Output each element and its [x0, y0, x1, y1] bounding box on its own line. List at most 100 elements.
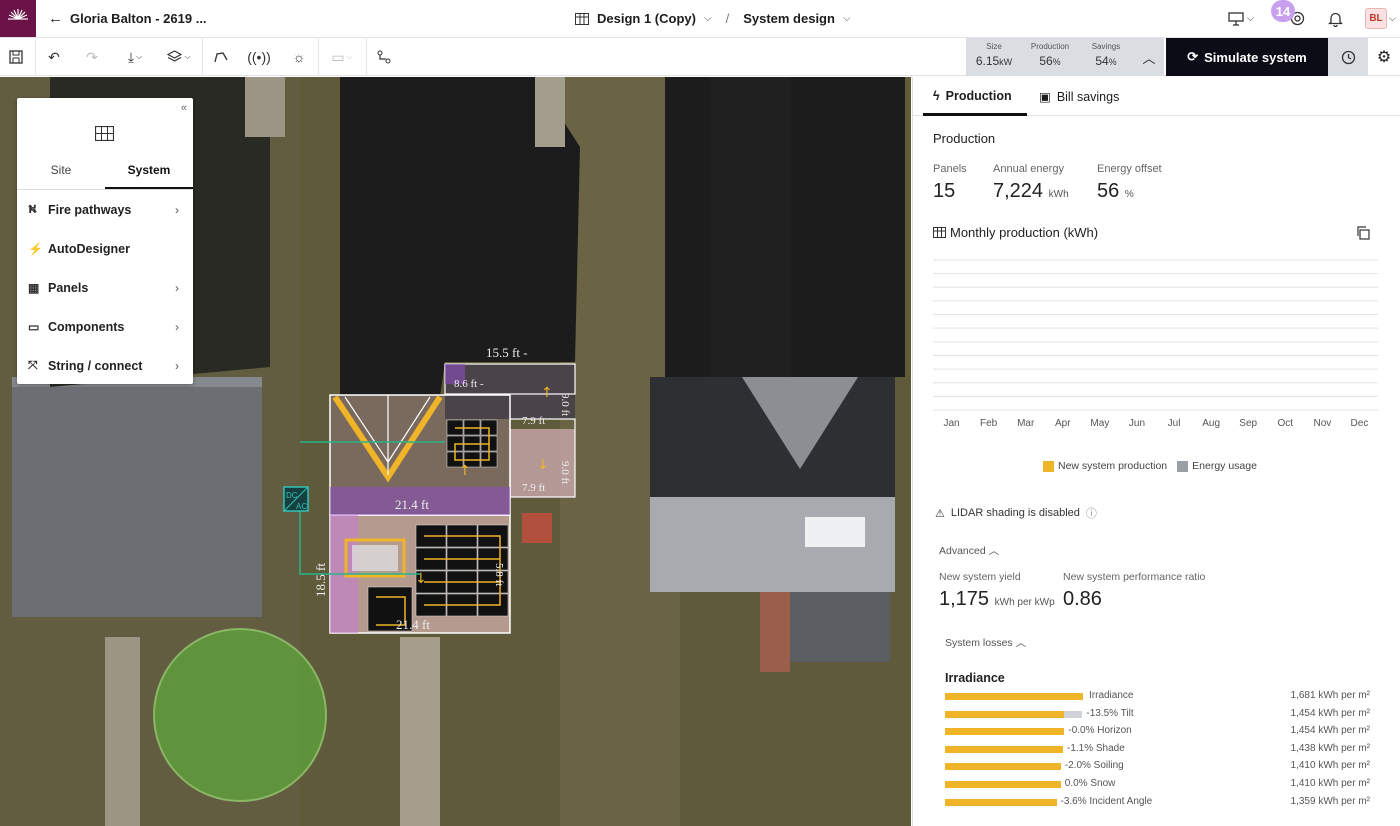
tab-bill-savings[interactable]: ▣ Bill savings: [1039, 89, 1119, 105]
gear-icon: ⚙: [1376, 49, 1392, 66]
panels-label: Panels: [933, 163, 967, 175]
app-logo[interactable]: [0, 0, 36, 37]
tab-system[interactable]: System: [105, 160, 193, 189]
menu-item-autodesigner[interactable]: ⚡ AutoDesigner: [17, 229, 193, 268]
x-tick-label: Jun: [1129, 418, 1145, 429]
azimuth-arrow-icon: ↓: [537, 457, 549, 473]
design-name[interactable]: Design 1 (Copy): [597, 11, 696, 26]
energy-offset-label: Energy offset: [1097, 163, 1162, 175]
dimension-label: 9.0 ft: [559, 393, 571, 416]
menu-item-panels[interactable]: ▦ Panels ›: [17, 268, 193, 307]
refresh-icon: ⟳: [1187, 49, 1199, 64]
settings-button[interactable]: ⚙: [1368, 38, 1400, 76]
info-icon[interactable]: ⓘ: [1086, 505, 1097, 521]
loss-value: 1,438 kWh per m²: [1290, 742, 1370, 754]
loss-label: -3.6% Incident Angle: [1060, 795, 1153, 807]
presentation-menu[interactable]: ⌵: [1228, 0, 1254, 37]
performance-ratio-label: New system performance ratio: [1063, 571, 1206, 583]
stat-size: Size 6.15kW: [975, 42, 1013, 68]
x-tick-label: Dec: [1351, 418, 1369, 429]
lightning-icon: ϟ: [933, 89, 940, 103]
x-tick-label: Mar: [1017, 418, 1035, 429]
breadcrumb: Design 1 (Copy) ⌵ / System design ⌵: [575, 11, 851, 26]
chevron-down-icon[interactable]: ⌵: [1389, 13, 1396, 24]
history-button[interactable]: [1328, 38, 1368, 76]
tab-site[interactable]: Site: [17, 160, 105, 189]
loss-bar: [945, 798, 1057, 806]
panels-value: 15: [933, 180, 956, 202]
connect-icon[interactable]: [374, 46, 394, 68]
monitor-icon[interactable]: ▭ ⌵: [327, 46, 357, 68]
layers-icon[interactable]: ⌵: [164, 46, 194, 68]
loss-bar: [945, 693, 1083, 700]
menu-item-fire-pathways[interactable]: ⛕ Fire pathways ›: [17, 190, 193, 229]
sunburst-logo-icon: [8, 8, 28, 20]
menu-item-string-connect[interactable]: ⤧ String / connect ›: [17, 346, 193, 385]
chevron-down-icon[interactable]: ⌵: [704, 13, 712, 24]
chevron-up-icon[interactable]: ︿: [1134, 38, 1164, 76]
loss-row: -2.0% Soiling 1,410 kWh per m²: [945, 760, 1370, 774]
notification-count-badge: 14: [1271, 0, 1295, 22]
loss-value: 1,681 kWh per m²: [1290, 690, 1370, 701]
project-title[interactable]: Gloria Balton - 2619 ...: [70, 11, 207, 26]
system-yield-label: New system yield: [939, 571, 1021, 583]
loss-label: -2.0% Soiling: [1064, 760, 1124, 772]
table-icon: [933, 227, 946, 238]
copy-icon[interactable]: [1356, 226, 1370, 240]
notifications-button[interactable]: [1328, 0, 1343, 37]
loss-bar: [945, 763, 1061, 771]
x-tick-label: Sep: [1239, 418, 1257, 429]
chevron-down-icon[interactable]: ⌵: [843, 13, 851, 24]
loss-row: -13.5% Tilt 1,454 kWh per m²: [945, 708, 1370, 722]
dimension-label: 21.4 ft: [396, 617, 430, 632]
chevron-right-icon: ›: [175, 280, 179, 295]
loss-label: -13.5% Tilt: [1086, 707, 1134, 719]
system-stats[interactable]: Size 6.15kW Production 56% Savings 54% ︿: [966, 38, 1164, 76]
menu-item-components[interactable]: ▭ Components ›: [17, 307, 193, 346]
tab-production[interactable]: ϟ Production: [933, 89, 1012, 103]
warning-icon: ⚠: [935, 507, 945, 520]
advanced-toggle[interactable]: Advanced ︿: [939, 543, 999, 558]
save-icon[interactable]: [6, 46, 26, 68]
azimuth-arrow-icon: ↑: [541, 385, 553, 401]
azimuth-arrow-icon: ↑: [459, 463, 471, 479]
loss-value: 1,410 kWh per m²: [1290, 760, 1370, 772]
loss-label: -0.0% Horizon: [1068, 725, 1132, 737]
signal-icon[interactable]: ((•)): [247, 46, 271, 68]
simulate-system-button[interactable]: ⟳ Simulate system: [1166, 38, 1328, 76]
back-arrow-icon[interactable]: ←: [48, 10, 63, 27]
dimension-label: 8.6 ft -: [454, 378, 484, 390]
results-panel: ϟ Production ▣ Bill savings Production P…: [912, 77, 1400, 826]
active-tab-indicator: [923, 113, 1027, 116]
chevron-up-icon: ︿: [1015, 637, 1027, 649]
roof-draw-icon[interactable]: [211, 46, 231, 68]
design-tools-panel: « Site System ⛕ Fire pathways › ⚡ AutoDe…: [17, 98, 193, 384]
download-icon[interactable]: ⤓ ⌵: [120, 46, 150, 68]
stat-savings: Savings 54%: [1091, 42, 1121, 68]
page-name[interactable]: System design: [743, 11, 835, 26]
magic-wand-icon: ⚡: [28, 241, 43, 256]
sun-icon[interactable]: ☼: [289, 46, 309, 68]
system-losses-toggle[interactable]: System losses ︿: [945, 635, 1026, 650]
loss-value: 1,454 kWh per m²: [1290, 707, 1370, 719]
legend-production: New system production: [1043, 460, 1167, 472]
undo-icon[interactable]: ↶: [44, 46, 64, 68]
collapse-icon[interactable]: «: [181, 102, 187, 114]
dimension-label: 21.4 ft: [395, 497, 429, 512]
avatar[interactable]: BL: [1365, 8, 1387, 29]
lidar-warning: ⚠ LIDAR shading is disabled ⓘ: [935, 505, 1097, 521]
monthly-production-chart: Jan Feb Mar Apr May Jun Jul Aug Sep Oct Nov Dec: [933, 259, 1378, 429]
loss-value: 1,410 kWh per m²: [1290, 778, 1370, 789]
dimension-label: 18.5 ft: [313, 563, 328, 597]
panel-tabs: Site System: [17, 160, 193, 190]
x-tick-label: Feb: [980, 418, 998, 429]
loss-label: 0.0% Snow: [1064, 778, 1116, 789]
redo-icon[interactable]: ↷: [82, 46, 102, 68]
chart-legend: New system production Energy usage: [1043, 460, 1257, 472]
string-icon: ⤧: [28, 358, 38, 372]
loss-bar: [945, 745, 1063, 753]
fire-pathway-icon: ⛕: [28, 201, 37, 216]
performance-ratio-value: 0.86: [1063, 588, 1102, 610]
x-tick-label: Jan: [943, 418, 959, 429]
energy-offset-value: 56 %: [1097, 180, 1134, 202]
